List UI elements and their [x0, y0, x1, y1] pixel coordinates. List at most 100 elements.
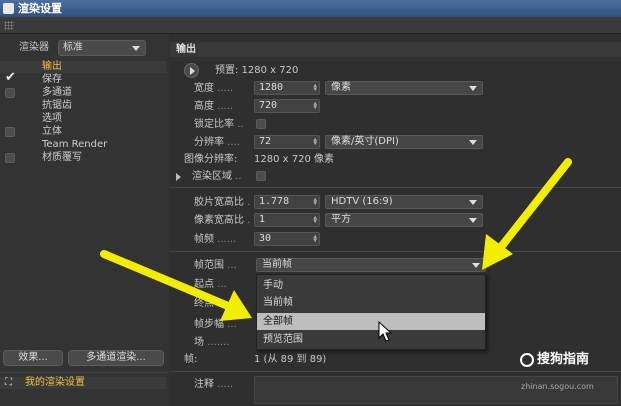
sidebar-item-stereo[interactable]: 立体: [0, 126, 166, 138]
resolution-input[interactable]: 72 ▲ ▼: [254, 135, 320, 149]
resolution-label: 分辨率 ....: [194, 137, 240, 148]
preset-button[interactable]: [184, 63, 199, 78]
stepper-icon[interactable]: ▲ ▼: [313, 83, 317, 93]
height-label: 高度 .....: [194, 101, 234, 112]
checkmark-icon[interactable]: ✔: [5, 71, 16, 84]
render-region-label-text: 渲染区域: [192, 171, 232, 182]
chevron-down-icon: [469, 140, 477, 145]
sidebar-item-antialiasing[interactable]: 抗锯齿: [0, 100, 166, 112]
effects-button[interactable]: 效果...: [3, 350, 63, 366]
fields-label: 场 .......: [194, 337, 230, 348]
watermark-url: zhinan.sogou.com: [521, 382, 594, 391]
settings-icon: ⛶: [5, 377, 12, 388]
height-value: 720: [259, 100, 278, 111]
pixel-aspect-label: 像素宽高比 .: [194, 215, 251, 226]
film-aspect-input[interactable]: 1.778 ▲ ▼: [254, 195, 320, 209]
frame-range-label: 帧范围 ...: [194, 260, 237, 271]
renderer-dropdown[interactable]: 标准: [58, 40, 146, 56]
notes-label-text: 注释: [194, 379, 214, 390]
stepper-icon[interactable]: ▲ ▼: [313, 197, 317, 207]
start-label-text: 起点: [194, 279, 214, 290]
sidebar-item-label: 材质覆写: [42, 152, 82, 163]
sidebar-item-label: 抗锯齿: [42, 100, 72, 111]
frames-label: 帧:: [184, 354, 198, 365]
resolution-value: 72: [259, 136, 272, 147]
section-header: 输出: [170, 42, 621, 57]
lock-ratio-checkbox[interactable]: [256, 119, 266, 129]
frame-range-dropdown-menu: 手动 当前帧 全部帧 预览范围: [256, 274, 486, 350]
sidebar-item-label: Team Render: [42, 139, 108, 150]
frame-rate-input[interactable]: 30 ▲ ▼: [254, 232, 320, 246]
unit-select[interactable]: 像素: [325, 81, 483, 95]
film-aspect-label: 胶片宽高比 .: [194, 197, 251, 208]
frame-step-label: 帧步幅 ...: [194, 319, 237, 330]
end-label: 终点 ...: [194, 298, 227, 309]
frame-rate-label: 帧频 ......: [194, 234, 237, 245]
left-panel: 渲染器 标准 输出 ✔ 保存 多通道 抗锯齿 选项 立体 Team Render…: [0, 34, 169, 406]
pixel-aspect-input[interactable]: 1 ▲ ▼: [254, 213, 320, 227]
menu-item-preview-range[interactable]: 预览范围: [257, 331, 485, 348]
menu-bar: [0, 17, 621, 34]
multipass-checkbox[interactable]: [5, 88, 15, 98]
chevron-down-icon: [469, 218, 477, 223]
width-value: 1280: [259, 82, 284, 93]
sidebar-item-multipass[interactable]: 多通道: [0, 87, 166, 99]
window-title-bar: 渲染设置: [0, 0, 621, 17]
sidebar-item-label: 选项: [42, 113, 62, 124]
window-title: 渲染设置: [18, 2, 62, 15]
stepper-icon[interactable]: ▲ ▼: [313, 215, 317, 225]
divider: [170, 187, 621, 188]
divider: [170, 251, 621, 252]
chevron-down-icon: [472, 263, 480, 268]
image-resolution-label: 图像分辨率:: [184, 154, 238, 165]
material-override-checkbox[interactable]: [5, 153, 15, 163]
frame-range-label-text: 帧范围: [194, 260, 224, 271]
resolution-unit-select[interactable]: 像素/英寸(DPI): [325, 135, 483, 149]
chevron-down-icon: [469, 86, 477, 91]
section-title: 输出: [176, 44, 196, 55]
resolution-unit-value: 像素/英寸(DPI): [331, 136, 399, 147]
lock-ratio-label-text: 锁定比率: [194, 119, 234, 130]
fields-label-text: 场: [194, 337, 204, 348]
frame-range-select[interactable]: 当前帧: [256, 258, 486, 272]
watermark-brand: 搜狗指南: [537, 352, 590, 367]
stepper-icon[interactable]: ▲ ▼: [313, 101, 317, 111]
unit-value: 像素: [331, 82, 351, 93]
start-label: 起点 ...: [194, 279, 227, 290]
my-render-settings-item[interactable]: ⛶ 我的渲染设置: [0, 377, 166, 389]
film-aspect-select[interactable]: HDTV (16:9): [325, 195, 483, 209]
pixel-aspect-preset: 平方: [331, 214, 351, 225]
height-label-text: 高度: [194, 101, 214, 112]
width-input[interactable]: 1280 ▲ ▼: [254, 81, 320, 95]
sidebar-item-team-render[interactable]: Team Render: [0, 139, 166, 151]
menu-item-current-frame[interactable]: 当前帧: [257, 294, 485, 311]
expand-arrow-icon[interactable]: [176, 173, 181, 181]
height-input[interactable]: 720 ▲ ▼: [254, 99, 320, 113]
play-icon: [190, 67, 195, 75]
menu-item-all-frames[interactable]: 全部帧: [257, 313, 485, 330]
my-render-settings-label: 我的渲染设置: [25, 377, 85, 388]
pixel-aspect-select[interactable]: 平方: [325, 213, 483, 227]
chevron-down-icon: [132, 46, 140, 51]
grip-icon[interactable]: [4, 21, 14, 30]
multipass-render-button[interactable]: 多通道渲染...: [68, 350, 164, 366]
stepper-icon[interactable]: ▲ ▼: [313, 137, 317, 147]
stereo-checkbox[interactable]: [5, 127, 15, 137]
pixel-aspect-value: 1: [259, 214, 266, 225]
width-label: 宽度 .....: [194, 83, 234, 94]
render-region-checkbox[interactable]: [256, 171, 266, 181]
sidebar-item-output[interactable]: 输出: [0, 61, 166, 73]
sidebar-item-material-override[interactable]: 材质覆写: [0, 152, 166, 164]
sidebar-item-options[interactable]: 选项: [0, 113, 166, 125]
stepper-icon[interactable]: ▲ ▼: [313, 234, 317, 244]
frame-step-label-text: 帧步幅: [194, 319, 224, 330]
notes-label: 注释 .....: [194, 379, 234, 390]
sogou-logo-icon: [520, 352, 534, 367]
renderer-value: 标准: [63, 42, 83, 53]
sidebar-item-save[interactable]: ✔ 保存: [0, 71, 166, 86]
app-icon: [3, 3, 14, 14]
frame-rate-value: 30: [259, 233, 272, 244]
pixel-aspect-label-text: 像素宽高比: [194, 215, 244, 226]
menu-item-manual[interactable]: 手动: [257, 277, 485, 294]
resolution-label-text: 分辨率: [194, 137, 224, 148]
